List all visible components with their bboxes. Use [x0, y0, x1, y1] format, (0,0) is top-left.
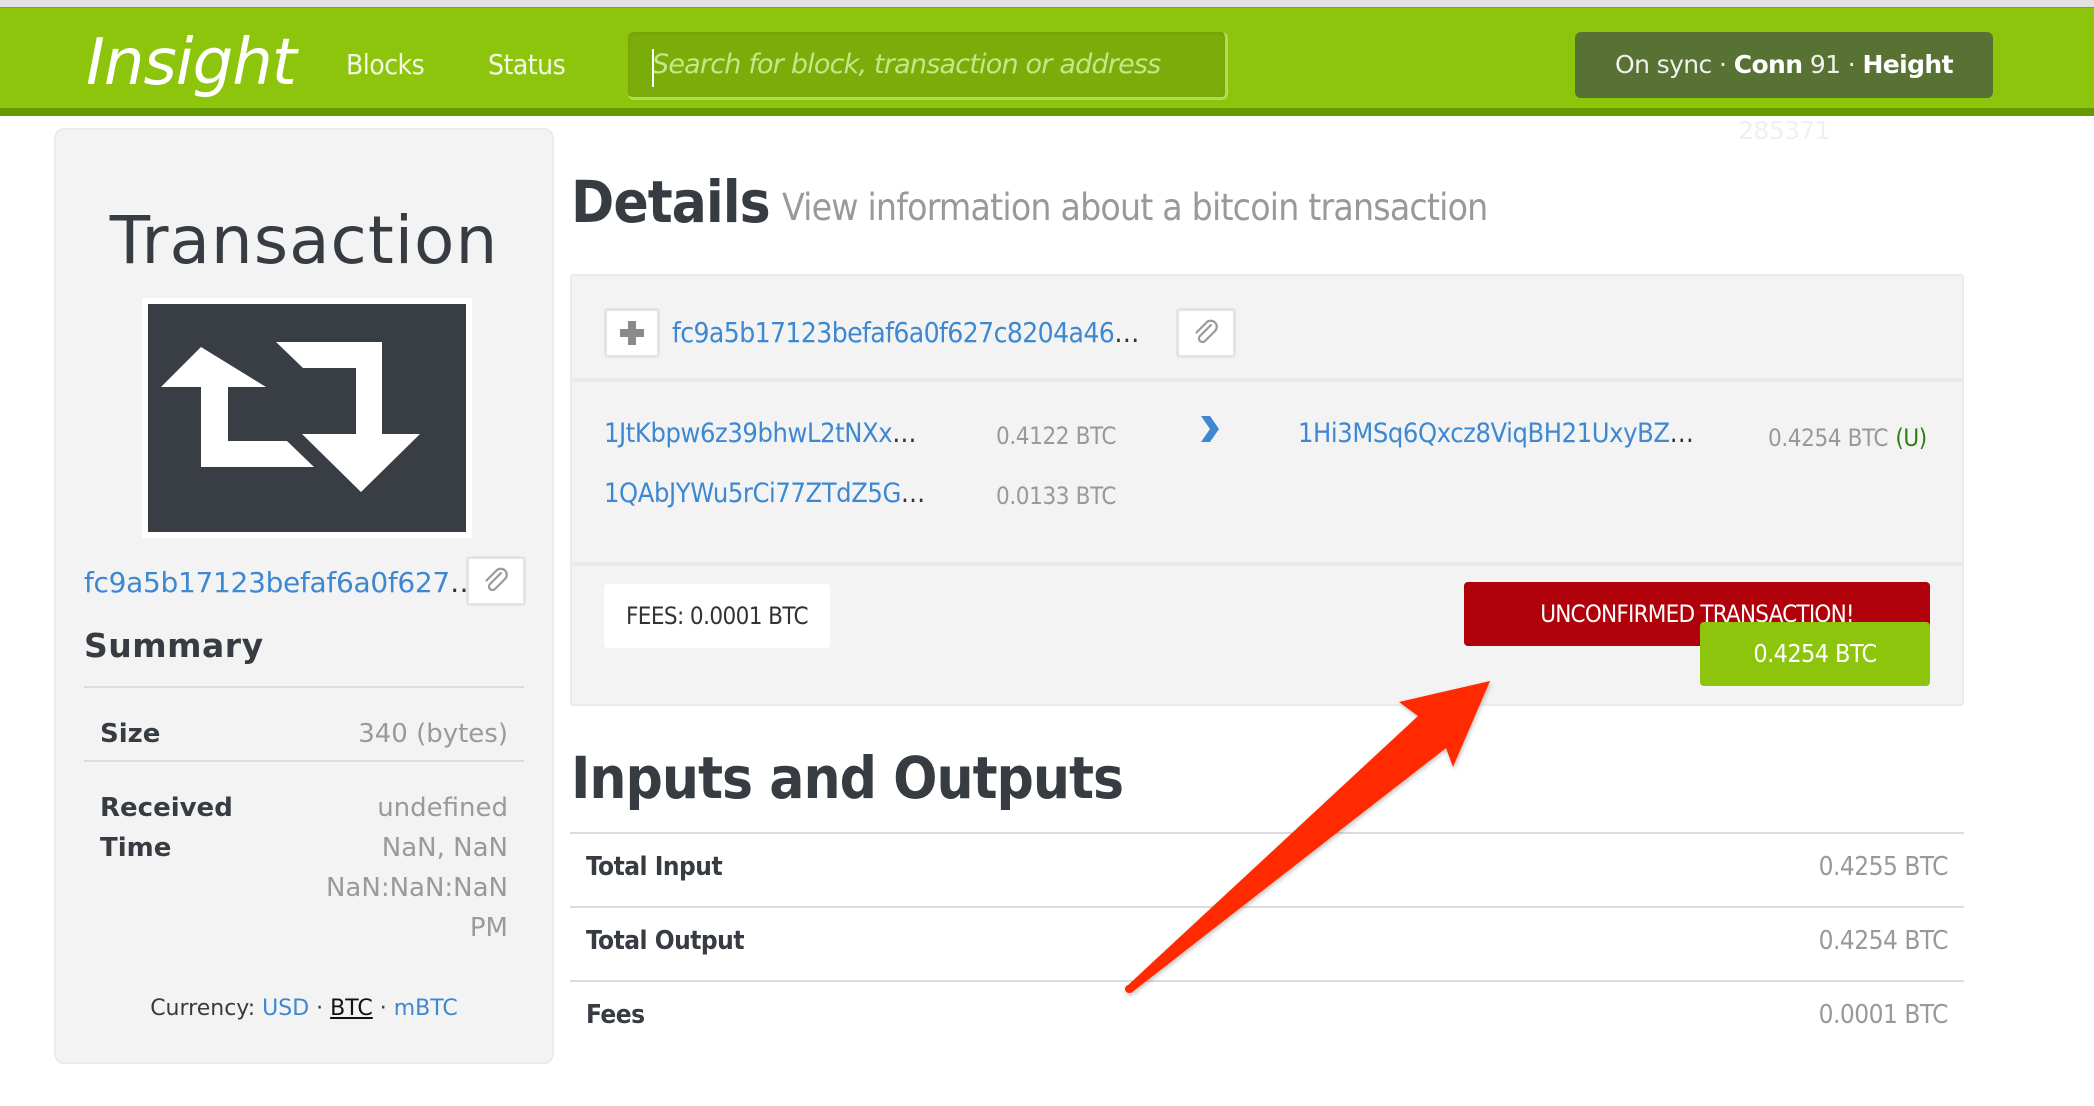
- transaction-sidebar: Transaction fc9a5b17123befaf6a0f627… Sum…: [54, 128, 554, 1064]
- ellipsis: …: [900, 478, 925, 509]
- fees-value: 0.0001 BTC: [1818, 1000, 1949, 1030]
- label-line: Received: [100, 793, 233, 823]
- address-text[interactable]: 1QAbJYWu5rCi77ZTdZ5G: [604, 478, 901, 509]
- transaction-hash-link[interactable]: fc9a5b17123befaf6a0f627c8204a46…: [672, 316, 1139, 349]
- value-line: NaN, NaN: [381, 833, 508, 863]
- separator: ·: [379, 996, 387, 1021]
- divider: [572, 562, 1962, 566]
- search-input[interactable]: [628, 32, 1225, 97]
- output-amount-group: 0.4254 BTC (U): [1768, 422, 1927, 453]
- height-value: 285371: [1738, 116, 1830, 145]
- input-amount: 0.0133 BTC: [996, 482, 1117, 510]
- navbar: Insight Blocks Status On sync · Conn 91 …: [0, 8, 2094, 145]
- transaction-image: [142, 298, 472, 538]
- chevron-right-icon: [1201, 416, 1219, 442]
- received-time-value: undefined NaN, NaN NaN:NaN:NaN PM: [326, 788, 508, 948]
- sync-status: On sync: [1615, 50, 1712, 79]
- input-row: 1JtKbpw6z39bhwL2tNXx…: [604, 418, 917, 449]
- separator: ·: [1711, 50, 1734, 79]
- size-label: Size: [100, 719, 161, 749]
- output-amount: 0.4254 BTC: [1768, 424, 1889, 452]
- total-output-badge: 0.4254 BTC: [1700, 622, 1930, 686]
- nav-link-blocks[interactable]: Blocks: [346, 48, 425, 81]
- unspent-badge: (U): [1895, 424, 1927, 452]
- label-line: Time: [100, 833, 172, 863]
- summary-heading: Summary: [84, 626, 264, 665]
- transaction-box: fc9a5b17123befaf6a0f627c8204a46… 1JtKbpw…: [570, 274, 1964, 706]
- address-text[interactable]: 1Hi3MSq6Qxcz8ViqBH21UxyBZ: [1298, 418, 1670, 449]
- hash-text[interactable]: fc9a5b17123befaf6a0f627c8204a46: [672, 316, 1115, 349]
- search-box[interactable]: [628, 32, 1228, 100]
- hash-text[interactable]: fc9a5b17123befaf6a0f627: [84, 566, 450, 599]
- value-line: undefined: [377, 793, 508, 823]
- transaction-box-header: fc9a5b17123befaf6a0f627c8204a46…: [572, 276, 1962, 382]
- retweet-transaction-icon: [148, 304, 466, 532]
- conn-value: 91: [1809, 50, 1841, 79]
- separator: ·: [316, 996, 324, 1021]
- navbar-border: [0, 108, 2094, 116]
- copy-hash-button[interactable]: [1176, 308, 1236, 358]
- output-row: 1Hi3MSq6Qxcz8ViqBH21UxyBZ…: [1298, 418, 1694, 449]
- output-address-link[interactable]: 1Hi3MSq6Qxcz8ViqBH21UxyBZ…: [1298, 418, 1694, 449]
- fees-label: Fees: [586, 1000, 645, 1030]
- input-row: 1QAbJYWu5rCi77ZTdZ5G…: [604, 478, 925, 509]
- fees-badge: FEES: 0.0001 BTC: [604, 584, 830, 648]
- details-heading: Details: [571, 168, 771, 236]
- address-text[interactable]: 1JtKbpw6z39bhwL2tNXx: [604, 418, 893, 449]
- input-address-link[interactable]: 1JtKbpw6z39bhwL2tNXx…: [604, 418, 917, 449]
- currency-mbtc[interactable]: mBTC: [394, 996, 458, 1021]
- inputs-outputs-heading: Inputs and Outputs: [571, 744, 1124, 812]
- transaction-hash-link[interactable]: fc9a5b17123befaf6a0f627…: [84, 566, 478, 599]
- ellipsis: …: [1669, 418, 1694, 449]
- total-output-value: 0.4254 BTC: [1818, 926, 1949, 956]
- copy-hash-button[interactable]: [466, 556, 526, 606]
- total-input-label: Total Input: [586, 852, 723, 882]
- divider: [570, 832, 1964, 834]
- expand-button[interactable]: [604, 308, 660, 358]
- currency-selector: Currency: USD · BTC · mBTC: [56, 996, 552, 1021]
- text-caret: [652, 49, 654, 87]
- paperclip-icon: [485, 567, 508, 592]
- value-line: NaN:NaN:NaN: [325, 873, 508, 903]
- ellipsis: …: [892, 418, 917, 449]
- divider: [570, 980, 1964, 982]
- input-address-link[interactable]: 1QAbJYWu5rCi77ZTdZ5G…: [604, 478, 925, 509]
- height-label: Height: [1862, 50, 1953, 79]
- divider: [84, 686, 524, 688]
- separator: ·: [1840, 50, 1863, 79]
- ellipsis: …: [1114, 316, 1139, 349]
- divider: [84, 760, 524, 762]
- red-arrow-icon: [1125, 681, 1490, 993]
- browser-chrome-edge: [0, 0, 2094, 8]
- currency-btc[interactable]: BTC: [330, 996, 373, 1021]
- total-output-label: Total Output: [586, 926, 745, 956]
- sidebar-title: Transaction: [109, 202, 499, 279]
- size-value: 340 (bytes): [358, 719, 508, 749]
- details-subtitle: View information about a bitcoin transac…: [782, 186, 1488, 229]
- sync-status-badge: On sync · Conn 91 · Height 285371: [1575, 32, 1993, 145]
- nav-link-status[interactable]: Status: [488, 48, 566, 81]
- paperclip-icon: [1195, 319, 1218, 344]
- conn-label: Conn: [1733, 50, 1803, 79]
- value-line: PM: [469, 913, 508, 943]
- plus-icon: [620, 321, 644, 345]
- input-amount: 0.4122 BTC: [996, 422, 1117, 450]
- brand-logo[interactable]: Insight: [86, 26, 297, 100]
- total-input-value: 0.4255 BTC: [1818, 852, 1949, 882]
- divider: [570, 906, 1964, 908]
- currency-usd[interactable]: USD: [262, 996, 309, 1021]
- currency-label: Currency:: [150, 996, 256, 1021]
- received-time-label: Received Time: [100, 788, 233, 868]
